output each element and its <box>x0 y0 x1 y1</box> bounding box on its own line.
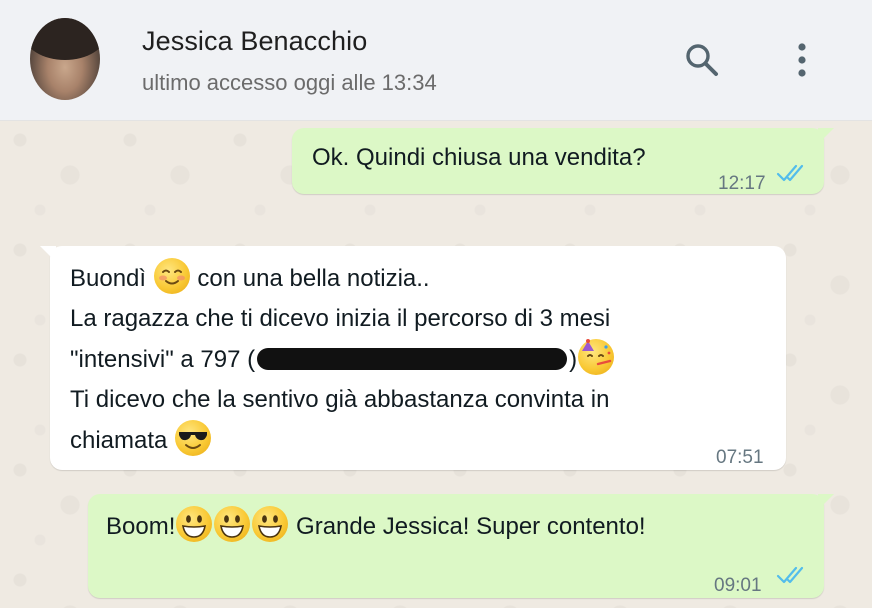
message-line: Buondì <box>70 265 147 292</box>
redacted-text <box>257 348 568 370</box>
grinning-face-emoji <box>252 506 289 542</box>
search-icon <box>686 44 718 76</box>
sunglasses-emoji <box>175 420 212 456</box>
last-seen-status: ultimo accesso oggi alle 13:34 <box>142 70 437 95</box>
more-options-button[interactable] <box>782 40 822 80</box>
double-check-icon <box>776 566 804 584</box>
message-line: ) <box>569 346 578 373</box>
message-line: Ti dicevo che la sentivo già abbastanza … <box>70 386 610 413</box>
smiling-blush-emoji <box>153 258 190 294</box>
message-text: Ok. Quindi chiusa una vendita? <box>312 144 646 171</box>
outgoing-message[interactable]: Boom! Grande Jessica! Super contento! 09… <box>88 494 834 598</box>
contact-name[interactable]: Jessica Benacchio <box>142 26 367 57</box>
message-time: 07:51 <box>716 447 764 468</box>
message-body: Buondì con una bella notizia.. La ragazz… <box>70 258 615 461</box>
partying-face-emoji <box>578 339 615 375</box>
contact-avatar[interactable] <box>30 18 100 100</box>
chat-header: Jessica Benacchio ultimo accesso oggi al… <box>0 0 872 121</box>
grinning-face-emoji <box>214 506 251 542</box>
message-line: "intensivi" a 797 ( <box>70 346 256 373</box>
search-button[interactable] <box>682 40 722 80</box>
message-line: La ragazza che ti dicevo inizia il perco… <box>70 305 611 332</box>
outgoing-message[interactable]: Ok. Quindi chiusa una vendita? 12:17 <box>292 128 834 194</box>
message-line: con una bella notizia.. <box>197 265 430 292</box>
message-body: Boom! Grande Jessica! Super contento! <box>106 506 646 547</box>
message-text: Boom! <box>106 513 176 540</box>
message-text: Grande Jessica! Super contento! <box>296 513 646 540</box>
message-time: 12:17 <box>718 173 766 194</box>
grinning-face-emoji <box>176 506 213 542</box>
incoming-message[interactable]: Buondì con una bella notizia.. La ragazz… <box>40 246 786 470</box>
message-line: chiamata <box>70 427 168 454</box>
message-time: 09:01 <box>714 575 762 596</box>
double-check-icon <box>776 164 804 182</box>
more-vertical-icon <box>798 43 806 77</box>
